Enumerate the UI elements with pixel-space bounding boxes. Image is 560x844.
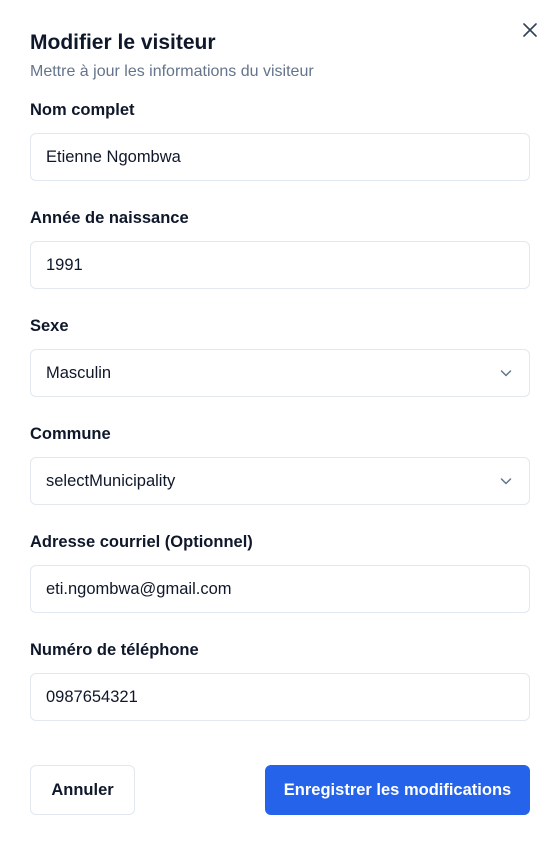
- municipality-label: Commune: [30, 425, 111, 443]
- edit-visitor-dialog: Modifier le visiteur Mettre à jour les i…: [0, 0, 560, 844]
- chevron-down-icon: [498, 365, 514, 381]
- full-name-input[interactable]: Etienne Ngombwa: [30, 133, 530, 181]
- municipality-select[interactable]: selectMunicipality: [30, 457, 530, 505]
- full-name-value: Etienne Ngombwa: [46, 147, 181, 166]
- gender-select[interactable]: Masculin: [30, 349, 530, 397]
- phone-input[interactable]: 0987654321: [30, 673, 530, 721]
- phone-label: Numéro de téléphone: [30, 641, 199, 659]
- email-input[interactable]: eti.ngombwa@gmail.com: [30, 565, 530, 613]
- birth-year-value: 1991: [46, 255, 83, 274]
- full-name-label: Nom complet: [30, 101, 135, 119]
- phone-value: 0987654321: [46, 687, 138, 706]
- birth-year-label: Année de naissance: [30, 209, 189, 227]
- gender-field: Sexe Masculin: [30, 315, 530, 397]
- gender-label: Sexe: [30, 317, 69, 335]
- dialog-footer: Annuler Enregistrer les modifications: [30, 765, 530, 815]
- birth-year-field: Année de naissance 1991: [30, 207, 530, 289]
- dialog-title: Modifier le visiteur: [30, 31, 216, 54]
- full-name-field: Nom complet Etienne Ngombwa: [30, 99, 530, 181]
- close-button[interactable]: [520, 20, 540, 40]
- email-field: Adresse courriel (Optionnel) eti.ngombwa…: [30, 531, 530, 613]
- chevron-down-icon: [498, 473, 514, 489]
- dialog-subtitle: Mettre à jour les informations du visite…: [30, 63, 314, 80]
- gender-value: Masculin: [46, 363, 112, 382]
- close-icon: [523, 23, 537, 37]
- cancel-button[interactable]: Annuler: [30, 765, 135, 815]
- municipality-field: Commune selectMunicipality: [30, 423, 530, 505]
- birth-year-input[interactable]: 1991: [30, 241, 530, 289]
- email-label: Adresse courriel (Optionnel): [30, 533, 253, 551]
- email-value: eti.ngombwa@gmail.com: [46, 579, 232, 598]
- phone-field: Numéro de téléphone 0987654321: [30, 639, 530, 721]
- save-button[interactable]: Enregistrer les modifications: [265, 765, 530, 815]
- municipality-value: selectMunicipality: [46, 471, 176, 490]
